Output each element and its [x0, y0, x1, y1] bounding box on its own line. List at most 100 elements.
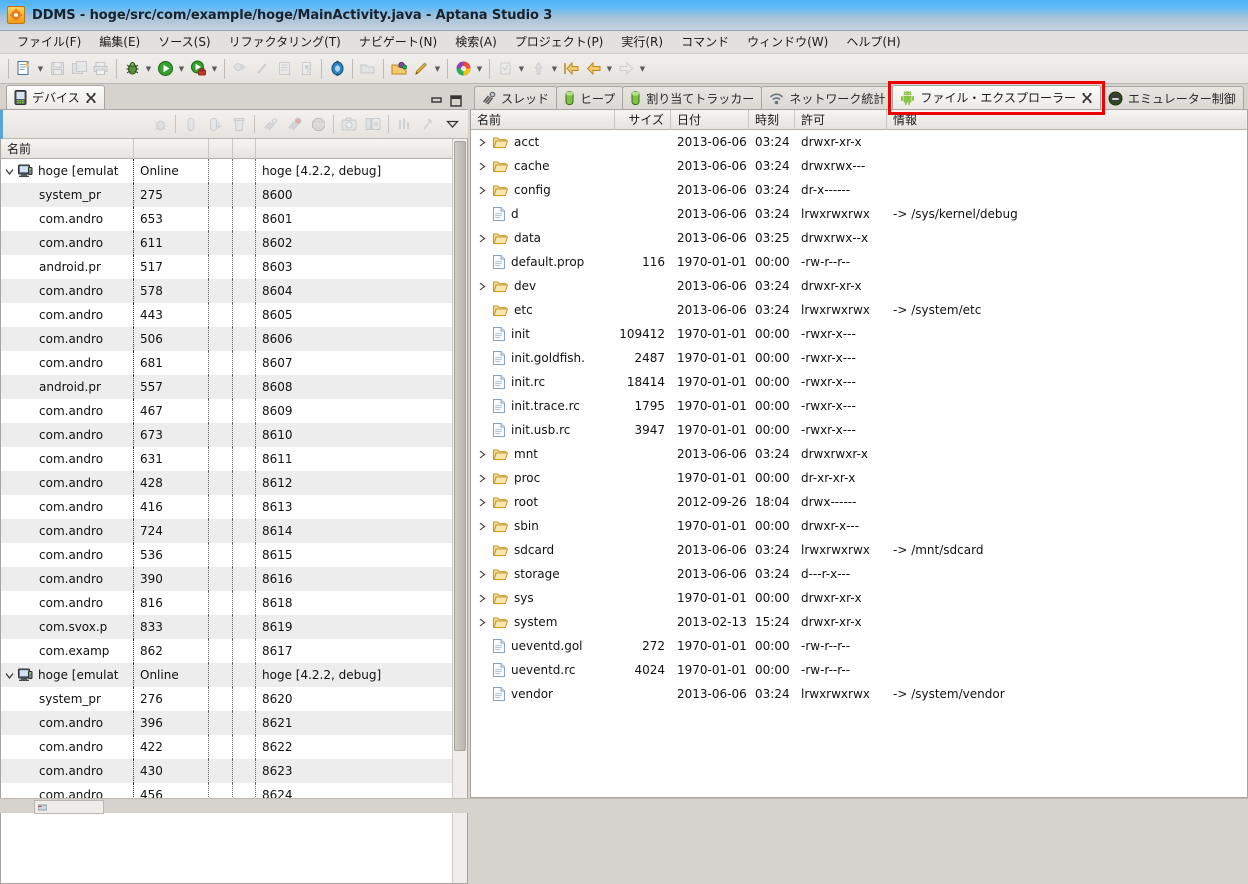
menu-run[interactable]: 実行(R)	[612, 31, 672, 53]
file-explorer-row[interactable]: sys1970-01-0100:00drwxr-xr-x	[471, 586, 1247, 610]
chevron-right-icon[interactable]	[471, 282, 493, 291]
chevron-right-icon[interactable]	[471, 570, 493, 579]
debug-icon[interactable]	[121, 58, 143, 80]
devices-table[interactable]: 名前 hoge [emulatOnlinehoge [4.2.2, debug]…	[0, 139, 468, 884]
file-explorer-row[interactable]: data2013-06-0603:25drwxrwx--x	[471, 226, 1247, 250]
file-explorer-row[interactable]: root2012-09-2618:04drwx------	[471, 490, 1247, 514]
menu-edit[interactable]: 編集(E)	[90, 31, 149, 53]
close-icon[interactable]	[86, 92, 97, 103]
status-chip[interactable]	[34, 800, 104, 814]
devices-vscrollbar[interactable]	[452, 139, 467, 883]
file-explorer-row[interactable]: mnt2013-06-0603:24drwxrwxr-x	[471, 442, 1247, 466]
fe-col-info[interactable]: 情報	[887, 110, 1187, 130]
pencil-dropdown-icon[interactable]	[432, 58, 443, 80]
android-sdk-manager-icon[interactable]	[326, 58, 348, 80]
file-explorer-row[interactable]: init.goldfish.24871970-01-0100:00-rwxr-x…	[471, 346, 1247, 370]
process-row[interactable]: com.andro4438605	[1, 303, 467, 327]
process-row[interactable]: com.andro8168618	[1, 591, 467, 615]
file-explorer-row[interactable]: default.prop1161970-01-0100:00-rw-r--r--	[471, 250, 1247, 274]
menu-source[interactable]: ソース(S)	[149, 31, 219, 53]
chevron-right-icon[interactable]	[471, 234, 493, 243]
chevron-right-icon[interactable]	[471, 594, 493, 603]
process-row[interactable]: com.andro4678609	[1, 399, 467, 423]
tab-allocation-tracker[interactable]: 割り当てトラッカー	[622, 86, 762, 109]
close-icon[interactable]	[1082, 92, 1093, 103]
fe-col-name[interactable]: 名前	[471, 110, 615, 130]
process-row[interactable]: com.andro6738610	[1, 423, 467, 447]
external-tools-dropdown-icon[interactable]	[209, 58, 220, 80]
color-wheel-icon[interactable]	[452, 58, 474, 80]
chevron-right-icon[interactable]	[471, 186, 493, 195]
file-explorer-row[interactable]: vendor2013-06-0603:24lrwxrwxrwx-> /syste…	[471, 682, 1247, 706]
file-explorer-row[interactable]: init.rc184141970-01-0100:00-rwxr-x---	[471, 370, 1247, 394]
file-explorer-row[interactable]: init.trace.rc17951970-01-0100:00-rwxr-x-…	[471, 394, 1247, 418]
devices-scroll-thumb[interactable]	[454, 141, 466, 751]
fe-col-time[interactable]: 時刻	[749, 110, 795, 130]
process-row[interactable]: com.svox.p8338619	[1, 615, 467, 639]
device-row[interactable]: hoge [emulatOnlinehoge [4.2.2, debug]	[1, 159, 467, 183]
process-row[interactable]: com.andro7248614	[1, 519, 467, 543]
back-dropdown-icon[interactable]	[604, 58, 615, 80]
tab-devices[interactable]: デバイス	[6, 85, 105, 109]
file-explorer-row[interactable]: ueventd.rc40241970-01-0100:00-rw-r--r--	[471, 658, 1247, 682]
devices-col-2[interactable]	[134, 139, 209, 159]
file-explorer-row[interactable]: dev2013-06-0603:24drwxr-xr-x	[471, 274, 1247, 298]
process-row[interactable]: com.andro4228622	[1, 735, 467, 759]
chevron-right-icon[interactable]	[471, 162, 493, 171]
maximize-icon[interactable]	[449, 94, 462, 107]
devices-col-name[interactable]: 名前	[1, 139, 134, 159]
menu-search[interactable]: 検索(A)	[446, 31, 506, 53]
run-icon[interactable]	[154, 58, 176, 80]
minimize-icon[interactable]	[430, 94, 443, 107]
file-explorer-row[interactable]: config2013-06-0603:24dr-x------	[471, 178, 1247, 202]
fe-col-size[interactable]: サイズ	[615, 110, 671, 130]
open-folder-icon[interactable]	[388, 58, 410, 80]
chevron-right-icon[interactable]	[471, 498, 493, 507]
back-icon[interactable]	[582, 58, 604, 80]
chevron-right-icon[interactable]	[471, 522, 493, 531]
chevron-down-icon[interactable]	[1, 167, 17, 176]
menu-window[interactable]: ウィンドウ(W)	[738, 31, 837, 53]
process-row[interactable]: com.andro3908616	[1, 567, 467, 591]
tab-threads[interactable]: スレッド	[474, 86, 557, 109]
file-explorer-row[interactable]: init1094121970-01-0100:00-rwxr-x---	[471, 322, 1247, 346]
chevron-down-icon[interactable]	[1, 671, 17, 680]
process-row[interactable]: com.andro5788604	[1, 279, 467, 303]
run-dropdown-icon[interactable]	[176, 58, 187, 80]
new-file-dropdown-icon[interactable]	[35, 58, 46, 80]
process-row[interactable]: com.andro4168613	[1, 495, 467, 519]
process-row[interactable]: android.pr5178603	[1, 255, 467, 279]
external-tools-icon[interactable]	[187, 58, 209, 80]
file-explorer-row[interactable]: etc2013-06-0603:24lrwxrwxrwx-> /system/e…	[471, 298, 1247, 322]
tab-heap[interactable]: ヒープ	[556, 86, 623, 109]
process-row[interactable]: com.andro6818607	[1, 351, 467, 375]
process-row[interactable]: com.andro6318611	[1, 447, 467, 471]
chevron-right-icon[interactable]	[471, 450, 493, 459]
file-explorer-row[interactable]: proc1970-01-0100:00dr-xr-xr-x	[471, 466, 1247, 490]
process-row[interactable]: com.andro4308623	[1, 759, 467, 783]
menu-project[interactable]: プロジェクト(P)	[506, 31, 613, 53]
process-row[interactable]: com.andro5068606	[1, 327, 467, 351]
process-row[interactable]: com.andro3968621	[1, 711, 467, 735]
file-explorer-row[interactable]: sbin1970-01-0100:00drwxr-x---	[471, 514, 1247, 538]
file-explorer-row[interactable]: storage2013-06-0603:24d---r-x---	[471, 562, 1247, 586]
pencil-icon[interactable]	[410, 58, 432, 80]
process-row[interactable]: com.andro4288612	[1, 471, 467, 495]
devices-col-3[interactable]	[209, 139, 233, 159]
process-row[interactable]: system_pr2758600	[1, 183, 467, 207]
back-nav-icon[interactable]	[560, 58, 582, 80]
view-menu-icon[interactable]	[440, 113, 464, 135]
new-file-icon[interactable]	[13, 58, 35, 80]
devices-col-5[interactable]	[256, 139, 468, 159]
chevron-right-icon[interactable]	[471, 474, 493, 483]
devices-col-4[interactable]	[233, 139, 256, 159]
file-explorer-row[interactable]: system2013-02-1315:24drwxr-xr-x	[471, 610, 1247, 634]
debug-dropdown-icon[interactable]	[143, 58, 154, 80]
file-explorer-table[interactable]: 名前 サイズ 日付 時刻 許可 情報 acct2013-06-0603:24dr…	[470, 110, 1248, 798]
fe-col-date[interactable]: 日付	[671, 110, 749, 130]
process-row[interactable]: com.andro5368615	[1, 543, 467, 567]
process-row[interactable]: system_pr2768620	[1, 687, 467, 711]
tab-network-statistics[interactable]: ネットワーク統計	[761, 86, 893, 109]
menu-refactor[interactable]: リファクタリング(T)	[220, 31, 350, 53]
fe-col-permissions[interactable]: 許可	[795, 110, 887, 130]
